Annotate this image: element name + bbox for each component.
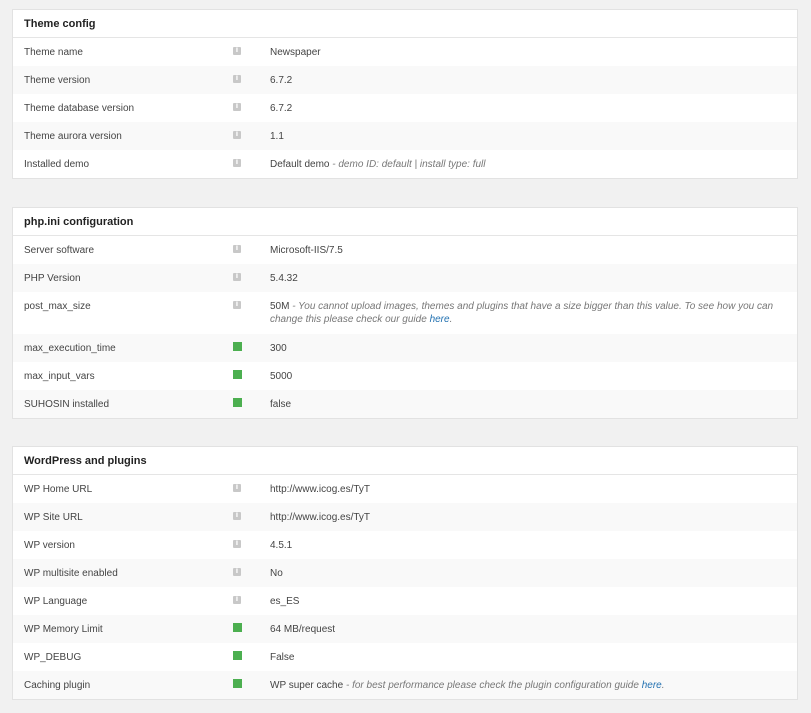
info-icon[interactable] [233, 244, 241, 253]
row-label: Server software [24, 245, 95, 256]
table-row: max_input_vars 5000 [13, 362, 797, 390]
row-label: Theme name [24, 47, 83, 58]
table-row: WP Memory Limit 64 MB/request [13, 615, 797, 643]
row-label: WP Site URL [24, 512, 83, 523]
row-value: Microsoft-IIS/7.5 [270, 245, 343, 256]
table-row: WP_DEBUG False [13, 643, 797, 671]
panel-title: Theme config [13, 10, 797, 38]
info-icon[interactable] [233, 300, 241, 309]
info-icon[interactable] [233, 158, 241, 167]
table-row: max_execution_time 300 [13, 334, 797, 362]
info-icon[interactable] [233, 46, 241, 55]
status-ok-icon [233, 342, 242, 351]
info-icon[interactable] [233, 74, 241, 83]
table-row: WP Home URL http://www.icog.es/TyT [13, 475, 797, 503]
table-row: WP Language es_ES [13, 587, 797, 615]
row-label: PHP Version [24, 273, 81, 284]
row-label: Theme database version [24, 103, 135, 114]
info-icon[interactable] [233, 567, 241, 576]
row-label: WP version [24, 540, 75, 551]
row-value: 6.7.2 [270, 75, 293, 86]
value-note: - demo ID: default | install type: full [329, 159, 486, 170]
table-row: SUHOSIN installed false [13, 390, 797, 418]
panel-title: php.ini configuration [13, 208, 797, 236]
status-ok-icon [233, 623, 242, 632]
info-icon[interactable] [233, 539, 241, 548]
value-note: - You cannot upload images, themes and p… [270, 301, 774, 325]
value-tail: . [449, 314, 453, 325]
table-row: Theme database version 6.7.2 [13, 94, 797, 122]
table-row: Theme aurora version 1.1 [13, 122, 797, 150]
status-ok-icon [233, 651, 242, 660]
row-label: WP Memory Limit [24, 624, 103, 635]
guide-link[interactable]: here [642, 680, 662, 691]
value-main: Default demo [270, 159, 330, 170]
value-main: WP super cache [270, 680, 344, 691]
row-label: post_max_size [24, 301, 91, 312]
theme-config-panel: Theme config Theme name Newspaper Theme … [12, 9, 798, 179]
row-value: 5000 [270, 371, 293, 382]
row-value: Newspaper [270, 47, 321, 58]
row-value: 6.7.2 [270, 103, 293, 114]
table-row: Caching plugin WP super cache - for best… [13, 671, 797, 699]
row-value: 50M - You cannot upload images, themes a… [270, 300, 777, 326]
table-row: Theme name Newspaper [13, 38, 797, 66]
status-ok-icon [233, 679, 242, 688]
table-row: post_max_size 50M - You cannot upload im… [13, 292, 797, 334]
table-row: WP Site URL http://www.icog.es/TyT [13, 503, 797, 531]
panel-title: WordPress and plugins [13, 447, 797, 475]
row-value: No [270, 568, 283, 579]
row-value: http://www.icog.es/TyT [270, 512, 371, 523]
info-icon[interactable] [233, 595, 241, 604]
row-label: max_execution_time [24, 343, 116, 354]
table-row: WP multisite enabled No [13, 559, 797, 587]
table-row: Theme version 6.7.2 [13, 66, 797, 94]
row-value: false [270, 399, 292, 410]
row-label: WP Home URL [24, 484, 93, 495]
row-value: Default demo - demo ID: default | instal… [270, 158, 777, 171]
row-value: False [270, 652, 295, 663]
row-value: 300 [270, 343, 287, 354]
table-row: PHP Version 5.4.32 [13, 264, 797, 292]
row-label: WP_DEBUG [24, 652, 82, 663]
table-row: Server software Microsoft-IIS/7.5 [13, 236, 797, 264]
status-ok-icon [233, 398, 242, 407]
wordpress-plugins-panel: WordPress and plugins WP Home URL http:/… [12, 446, 798, 700]
php-ini-panel: php.ini configuration Server software Mi… [12, 207, 798, 419]
value-main: 50M [270, 301, 290, 312]
row-label: WP multisite enabled [24, 568, 118, 579]
guide-link[interactable]: here [430, 314, 450, 325]
row-value: 1.1 [270, 131, 284, 142]
row-value: 5.4.32 [270, 273, 298, 284]
table-row: Installed demo Default demo - demo ID: d… [13, 150, 797, 178]
table-row: WP version 4.5.1 [13, 531, 797, 559]
row-label: Installed demo [24, 159, 90, 170]
row-label: Caching plugin [24, 680, 91, 691]
row-value: WP super cache - for best performance pl… [270, 679, 777, 692]
info-icon[interactable] [233, 511, 241, 520]
row-value: http://www.icog.es/TyT [270, 484, 371, 495]
info-icon[interactable] [233, 102, 241, 111]
row-label: max_input_vars [24, 371, 95, 382]
row-label: WP Language [24, 596, 88, 607]
status-ok-icon [233, 370, 242, 379]
value-tail: . [661, 680, 665, 691]
row-label: SUHOSIN installed [24, 399, 110, 410]
row-label: Theme version [24, 75, 91, 86]
row-value: es_ES [270, 596, 300, 607]
row-label: Theme aurora version [24, 131, 122, 142]
info-icon[interactable] [233, 272, 241, 281]
info-icon[interactable] [233, 130, 241, 139]
row-value: 4.5.1 [270, 540, 293, 551]
info-icon[interactable] [233, 483, 241, 492]
value-note: - for best performance please check the … [343, 680, 642, 691]
row-value: 64 MB/request [270, 624, 336, 635]
